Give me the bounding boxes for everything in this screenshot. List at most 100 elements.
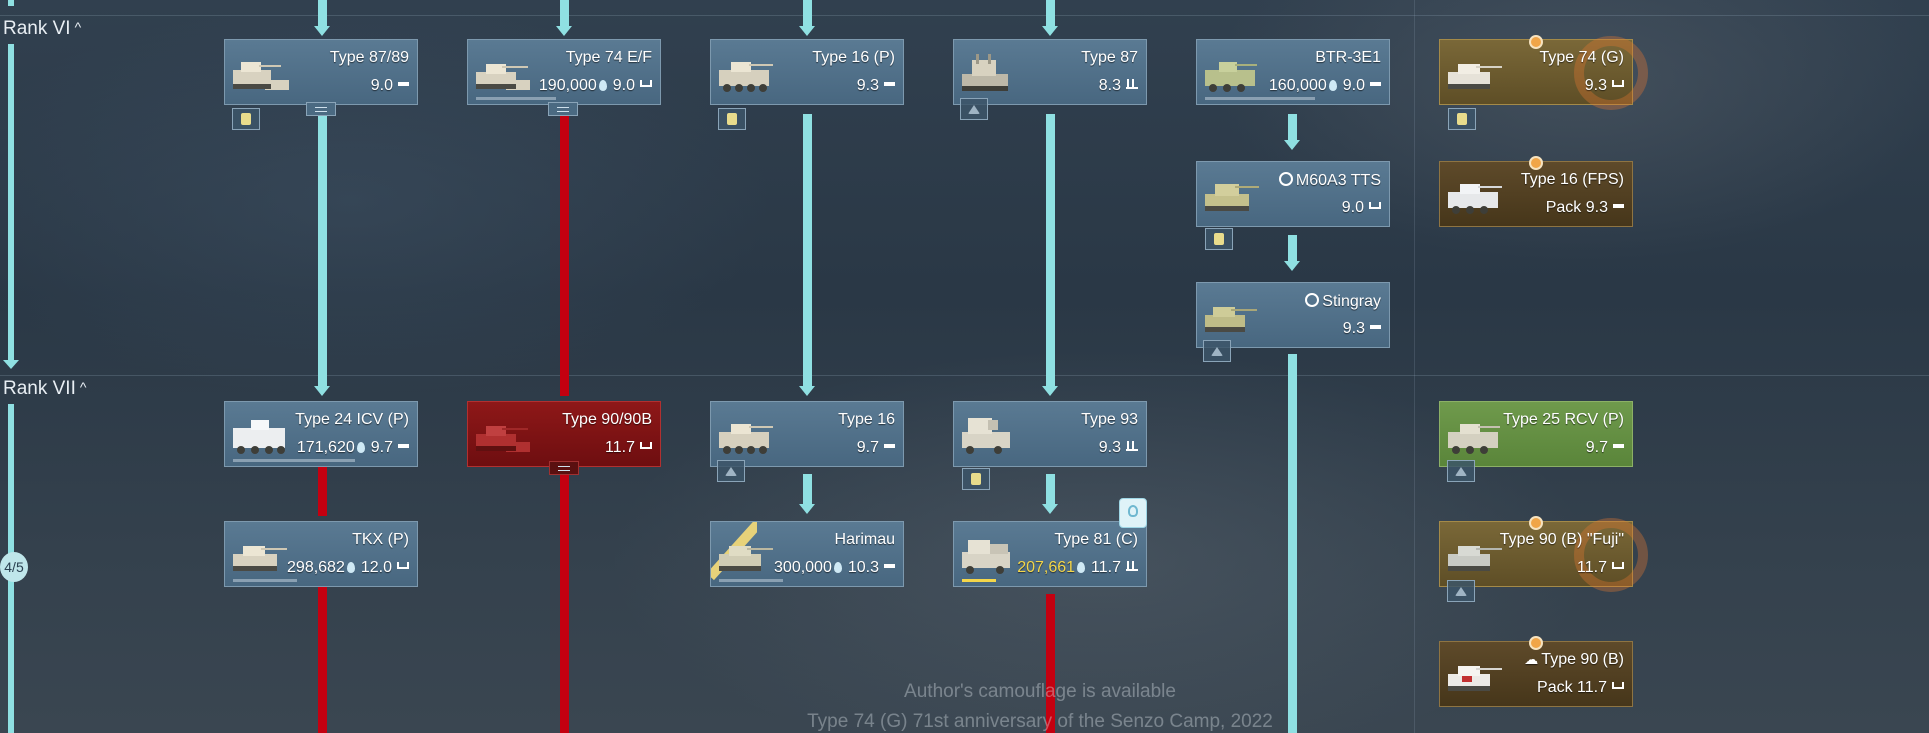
vehicle-card-type-16-fps[interactable]: Type 16 (FPS) Pack 9.3 bbox=[1439, 161, 1633, 227]
unlock-tag[interactable] bbox=[1203, 340, 1231, 362]
research-cost: 190,000 bbox=[539, 77, 607, 94]
research-arrow bbox=[799, 504, 815, 514]
vehicle-name: Type 24 ICV (P) bbox=[295, 411, 409, 428]
vehicle-card-type-90-90b[interactable]: Type 90/90B 11.7 bbox=[467, 401, 661, 467]
vehicle-name: Type 90/90B bbox=[562, 411, 652, 428]
triangle-icon bbox=[725, 467, 737, 476]
triangle-icon bbox=[1455, 587, 1467, 596]
research-arrow bbox=[314, 26, 330, 36]
unlock-tag[interactable] bbox=[1447, 460, 1475, 482]
reward-tag[interactable] bbox=[962, 468, 990, 490]
camo-notice-subtitle: Type 74 (G) 71st anniversary of the Senz… bbox=[807, 711, 1273, 732]
reward-tag[interactable] bbox=[1205, 228, 1233, 250]
crew-icon bbox=[971, 473, 981, 485]
light-tank-icon bbox=[884, 81, 895, 86]
unlock-tag[interactable] bbox=[717, 460, 745, 482]
triangle-icon bbox=[968, 105, 980, 114]
group-menu-icon[interactable] bbox=[306, 102, 336, 116]
medium-tank-icon bbox=[640, 442, 652, 450]
vehicle-card-harimau[interactable]: Harimau 300,000 10.3 bbox=[710, 521, 904, 587]
research-line bbox=[803, 474, 812, 504]
light-tank-icon bbox=[398, 81, 409, 86]
vehicle-stats: 9.7 bbox=[857, 439, 895, 457]
squadron-marker-icon bbox=[1305, 293, 1320, 307]
unlock-tag[interactable] bbox=[960, 98, 988, 120]
squadron-marker-icon bbox=[1278, 172, 1293, 186]
medium-tank-icon bbox=[397, 562, 409, 570]
rank-vi-header[interactable]: Rank VI ^ bbox=[3, 18, 81, 40]
vehicle-card-type-16-p[interactable]: Type 16 (P) 9.3 bbox=[710, 39, 904, 105]
vehicle-card-tkx[interactable]: TKX (P) 298,682 12.0 bbox=[224, 521, 418, 587]
reward-tag[interactable] bbox=[232, 108, 260, 130]
tank-thumbnail-icon bbox=[962, 540, 1010, 574]
vehicle-card-m60a3-tts[interactable]: M60A3 TTS 9.0 bbox=[1196, 161, 1390, 227]
vehicle-stats: 298,682 12.0 bbox=[287, 559, 409, 577]
crew-icon bbox=[1214, 233, 1224, 245]
group-menu-icon[interactable] bbox=[548, 102, 578, 116]
unlock-tag[interactable] bbox=[1447, 580, 1475, 602]
research-points-icon bbox=[1328, 80, 1337, 91]
tank-thumbnail-icon bbox=[719, 546, 773, 571]
tank-thumbnail-icon bbox=[233, 62, 289, 90]
tank-thumbnail-icon bbox=[1448, 64, 1502, 89]
vehicle-card-type-81-c[interactable]: Type 81 (C) 207,661 11.7 bbox=[953, 521, 1147, 587]
battle-rating: 11.7 bbox=[605, 439, 635, 456]
battle-rating: 9.0 bbox=[612, 77, 635, 94]
vehicle-card-type-16[interactable]: Type 16 9.7 bbox=[710, 401, 904, 467]
pack-label: Pack bbox=[1545, 199, 1582, 216]
crew-icon bbox=[1457, 113, 1467, 125]
light-tank-icon bbox=[398, 443, 409, 448]
research-arrow bbox=[1042, 504, 1058, 514]
rank-progress-line bbox=[8, 44, 14, 360]
vehicle-card-type-93[interactable]: Type 93 9.3 bbox=[953, 401, 1147, 467]
battle-rating: 9.0 bbox=[1341, 199, 1364, 216]
research-line bbox=[318, 0, 327, 26]
vehicle-card-type-74-ef[interactable]: Type 74 E/F 190,000 9.0 bbox=[467, 39, 661, 105]
vehicle-card-type-87-89[interactable]: Type 87/89 9.0 bbox=[224, 39, 418, 105]
battle-rating: 9.7 bbox=[856, 439, 879, 456]
light-tank-icon bbox=[1370, 324, 1381, 329]
medium-tank-icon bbox=[1369, 202, 1381, 210]
tank-thumbnail-icon bbox=[476, 64, 530, 90]
vehicle-stats: 11.7 bbox=[1577, 559, 1624, 577]
medium-tank-icon bbox=[1612, 80, 1624, 88]
vehicle-name: ☁ Type 90 (B) bbox=[1524, 651, 1624, 668]
vehicle-name: Type 81 (C) bbox=[1054, 531, 1138, 548]
vehicle-card-stingray[interactable]: Stingray 9.3 bbox=[1196, 282, 1390, 348]
rank-vii-header[interactable]: Rank VII ^ bbox=[3, 378, 86, 400]
vehicle-stats: 9.7 bbox=[1586, 439, 1624, 457]
light-tank-icon bbox=[1613, 443, 1624, 448]
cloud-icon: ☁ bbox=[1524, 651, 1539, 667]
research-progress-bar bbox=[476, 97, 556, 100]
vehicle-card-type-87[interactable]: Type 87 8.3 bbox=[953, 39, 1147, 105]
vehicle-name: BTR-3E1 bbox=[1315, 49, 1381, 66]
research-points-icon bbox=[833, 562, 842, 573]
vehicle-card-type-24-icv[interactable]: Type 24 ICV (P) 171,620 9.7 bbox=[224, 401, 418, 467]
medium-tank-icon bbox=[640, 80, 652, 88]
vehicle-name: Type 87/89 bbox=[329, 49, 409, 66]
crew-icon bbox=[727, 113, 737, 125]
research-line bbox=[560, 0, 569, 26]
event-medal-icon bbox=[1529, 156, 1543, 170]
reward-tag[interactable] bbox=[1448, 108, 1476, 130]
vehicle-name: Stingray bbox=[1305, 292, 1381, 311]
battle-rating: 9.3 bbox=[1584, 77, 1607, 94]
vehicle-card-type-90-b-fuji[interactable]: Type 90 (B) "Fuji" 11.7 bbox=[1439, 518, 1648, 592]
rank-divider bbox=[0, 375, 1929, 376]
research-arrow bbox=[1284, 140, 1300, 150]
vehicle-card-type-25-rcv[interactable]: Type 25 RCV (P) 9.7 bbox=[1439, 401, 1633, 467]
tank-thumbnail-icon bbox=[1205, 62, 1257, 92]
battle-rating: 9.3 bbox=[1585, 199, 1608, 216]
research-progress-bar bbox=[233, 579, 297, 582]
tank-thumbnail-icon bbox=[1448, 184, 1502, 214]
research-bulb-icon[interactable] bbox=[1119, 498, 1147, 528]
light-tank-icon bbox=[1613, 203, 1624, 208]
vehicle-card-btr-3e1[interactable]: BTR-3E1 160,000 9.0 bbox=[1196, 39, 1390, 105]
group-menu-icon[interactable] bbox=[549, 461, 579, 475]
reward-tag[interactable] bbox=[718, 108, 746, 130]
triangle-icon bbox=[1455, 467, 1467, 476]
medium-tank-icon bbox=[1612, 562, 1624, 570]
battle-rating: 9.7 bbox=[370, 439, 393, 456]
tank-thumbnail-icon bbox=[1205, 307, 1257, 332]
tank-thumbnail-icon bbox=[962, 54, 1008, 91]
